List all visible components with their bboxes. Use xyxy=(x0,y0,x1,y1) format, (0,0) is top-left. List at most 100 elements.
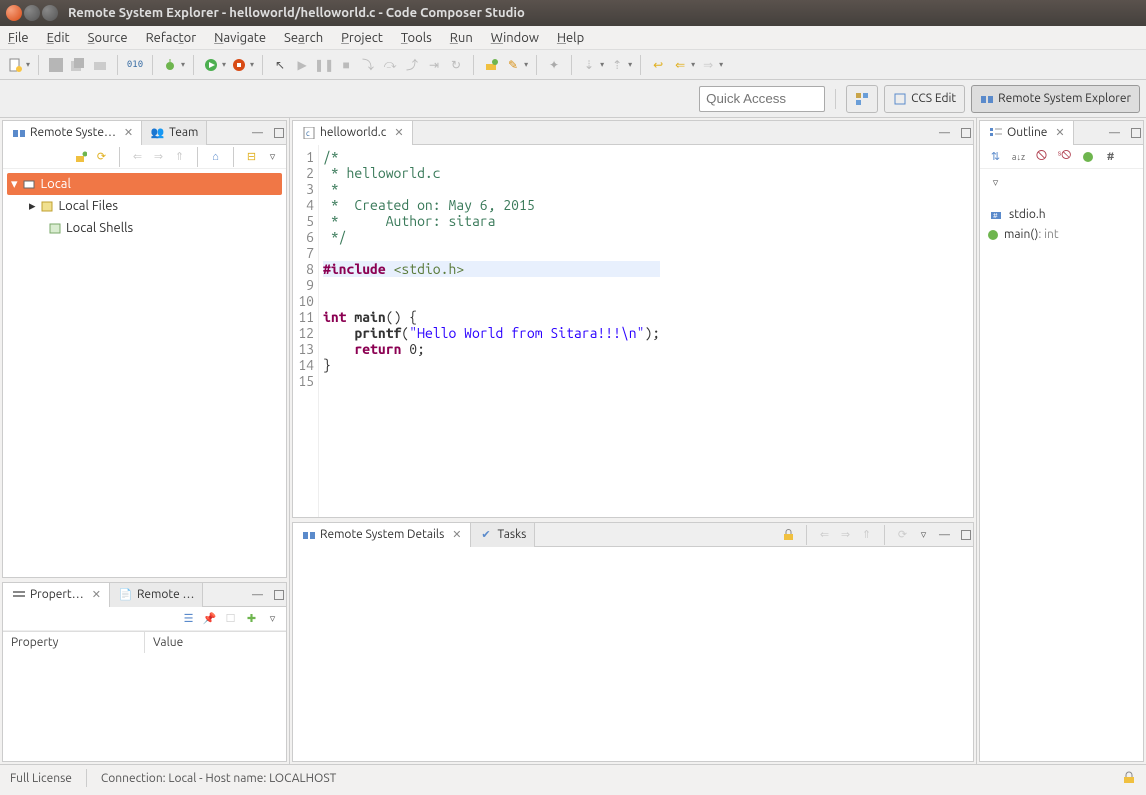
outline-item-include[interactable]: # stdio.h xyxy=(984,204,1139,225)
up-icon[interactable]: ⇑ xyxy=(859,527,874,542)
quick-access-input[interactable] xyxy=(699,86,825,112)
up-icon[interactable]: ⇑ xyxy=(172,149,187,164)
close-icon[interactable]: ✕ xyxy=(1055,126,1064,139)
view-menu-icon[interactable]: ▿ xyxy=(265,149,280,164)
toggle-mark-icon[interactable]: ✦ xyxy=(545,56,563,74)
print-icon[interactable] xyxy=(91,56,109,74)
debug-bug-icon[interactable] xyxy=(161,56,179,74)
new-icon[interactable] xyxy=(6,56,24,74)
minimize-window-button[interactable] xyxy=(24,5,40,21)
remote-systems-tree[interactable]: ▾ Local ▸ Local Files Local Shells xyxy=(3,169,286,243)
maximize-view-icon[interactable] xyxy=(958,125,973,140)
binary-icon[interactable]: 010 xyxy=(126,56,144,74)
close-icon[interactable]: ✕ xyxy=(124,126,133,139)
resume-icon[interactable]: ▶ xyxy=(293,56,311,74)
tab-tasks[interactable]: ✔ Tasks xyxy=(471,523,536,547)
hide-fields-icon[interactable]: 🛇 xyxy=(1034,149,1049,164)
menu-refactor[interactable]: Refactor xyxy=(146,31,197,45)
dropdown-arrow-icon[interactable]: ▾ xyxy=(600,60,604,69)
next-annotation-icon[interactable]: ⇣ xyxy=(580,56,598,74)
dropdown-arrow-icon[interactable]: ▾ xyxy=(250,60,254,69)
dropdown-arrow-icon[interactable]: ▾ xyxy=(222,60,226,69)
dropdown-arrow-icon[interactable]: ▾ xyxy=(524,60,528,69)
alpha-sort-icon[interactable]: a↓z xyxy=(1011,149,1026,164)
tree-node-local-shells[interactable]: Local Shells xyxy=(7,217,282,239)
tab-properties[interactable]: Propert… ✕ xyxy=(3,583,110,607)
wand-icon[interactable]: ✎ xyxy=(504,56,522,74)
maximize-view-icon[interactable] xyxy=(1128,125,1143,140)
close-icon[interactable]: ✕ xyxy=(452,528,461,541)
stop-icon[interactable]: ■ xyxy=(337,56,355,74)
close-icon[interactable]: ✕ xyxy=(394,126,403,139)
forward-icon[interactable]: ⇒ xyxy=(699,56,717,74)
back-icon[interactable]: ⇐ xyxy=(130,149,145,164)
new-prop-icon[interactable]: ✚ xyxy=(244,611,259,626)
tab-remote-systems[interactable]: Remote Syste… ✕ xyxy=(3,121,142,145)
tab-outline[interactable]: Outline ✕ xyxy=(980,121,1074,145)
hash-icon[interactable]: # xyxy=(1103,149,1118,164)
code-content[interactable]: /* * helloworld.c * * Created on: May 6,… xyxy=(319,145,660,517)
perspective-remote-system-explorer[interactable]: Remote System Explorer xyxy=(971,85,1140,113)
pause-icon[interactable]: ❚❚ xyxy=(315,56,333,74)
menu-tools[interactable]: Tools xyxy=(401,31,432,45)
tree-node-local[interactable]: ▾ Local xyxy=(7,173,282,195)
dropdown-arrow-icon[interactable]: ▾ xyxy=(181,60,185,69)
menu-navigate[interactable]: Navigate xyxy=(214,31,266,45)
refresh-icon[interactable]: ⟳ xyxy=(94,149,109,164)
home-icon[interactable]: ⌂ xyxy=(208,149,223,164)
collapse-icon[interactable]: ▿ xyxy=(988,175,1003,190)
maximize-view-icon[interactable] xyxy=(958,527,973,542)
status-lock-icon[interactable] xyxy=(1121,769,1136,784)
lock-icon[interactable] xyxy=(781,527,796,542)
hide-static-icon[interactable]: ˢ🛇 xyxy=(1057,149,1072,164)
green-dot-icon[interactable] xyxy=(1080,149,1095,164)
maximize-view-icon[interactable] xyxy=(271,587,286,602)
tab-remote-scratchpad[interactable]: 📄 Remote … xyxy=(110,583,203,607)
last-edit-icon[interactable]: ↩ xyxy=(649,56,667,74)
save-all-icon[interactable] xyxy=(69,56,87,74)
tab-editor-helloworld[interactable]: c helloworld.c ✕ xyxy=(293,121,413,145)
menu-window[interactable]: Window xyxy=(491,31,539,45)
minimize-view-icon[interactable]: — xyxy=(937,125,952,140)
menu-edit[interactable]: Edit xyxy=(47,31,70,45)
maximize-view-icon[interactable] xyxy=(271,125,286,140)
dropdown-arrow-icon[interactable]: ▾ xyxy=(26,60,30,69)
forward-icon[interactable]: ⇒ xyxy=(151,149,166,164)
back-icon[interactable]: ⇐ xyxy=(671,56,689,74)
back-icon[interactable]: ⇐ xyxy=(817,527,832,542)
close-window-button[interactable] xyxy=(6,5,22,21)
value-column-header[interactable]: Value xyxy=(145,632,286,653)
close-icon[interactable]: ✕ xyxy=(92,588,101,601)
perspective-ccs-edit[interactable]: CCS Edit xyxy=(884,85,965,113)
tab-team[interactable]: 👥 Team xyxy=(142,121,207,145)
pin-icon[interactable]: 📌 xyxy=(202,611,217,626)
run-icon[interactable] xyxy=(202,56,220,74)
refresh-icon[interactable]: ⟳ xyxy=(895,527,910,542)
step-return-icon[interactable]: ⤴ xyxy=(403,56,421,74)
expand-icon[interactable]: ▾ xyxy=(11,177,18,192)
maximize-window-button[interactable] xyxy=(42,5,58,21)
new-connection-icon[interactable] xyxy=(482,56,500,74)
dropdown-arrow-icon[interactable]: ▾ xyxy=(691,60,695,69)
minimize-view-icon[interactable]: — xyxy=(250,125,265,140)
step-into-icon[interactable]: ⤵ xyxy=(359,56,377,74)
tree-node-local-files[interactable]: ▸ Local Files xyxy=(7,195,282,217)
menu-source[interactable]: Source xyxy=(88,31,128,45)
outline-item-main[interactable]: main(): int xyxy=(984,225,1139,244)
forward-icon[interactable]: ⇒ xyxy=(838,527,853,542)
collapse-all-icon[interactable]: ⊟ xyxy=(244,149,259,164)
pointer-icon[interactable]: ↖ xyxy=(271,56,289,74)
menu-project[interactable]: Project xyxy=(341,31,383,45)
step-over-icon[interactable]: ⤼ xyxy=(381,56,399,74)
open-perspective-button[interactable] xyxy=(846,85,878,113)
minimize-view-icon[interactable]: — xyxy=(1107,125,1122,140)
view-menu-icon[interactable]: ▿ xyxy=(265,611,280,626)
dropdown-arrow-icon[interactable]: ▾ xyxy=(628,60,632,69)
menu-help[interactable]: Help xyxy=(557,31,584,45)
external-tools-icon[interactable] xyxy=(230,56,248,74)
tree-view-icon[interactable]: ☰ xyxy=(181,611,196,626)
property-column-header[interactable]: Property xyxy=(3,632,145,653)
step-asm-icon[interactable]: ⇥ xyxy=(425,56,443,74)
save-icon[interactable] xyxy=(47,56,65,74)
expand-icon[interactable]: ▸ xyxy=(29,199,36,214)
